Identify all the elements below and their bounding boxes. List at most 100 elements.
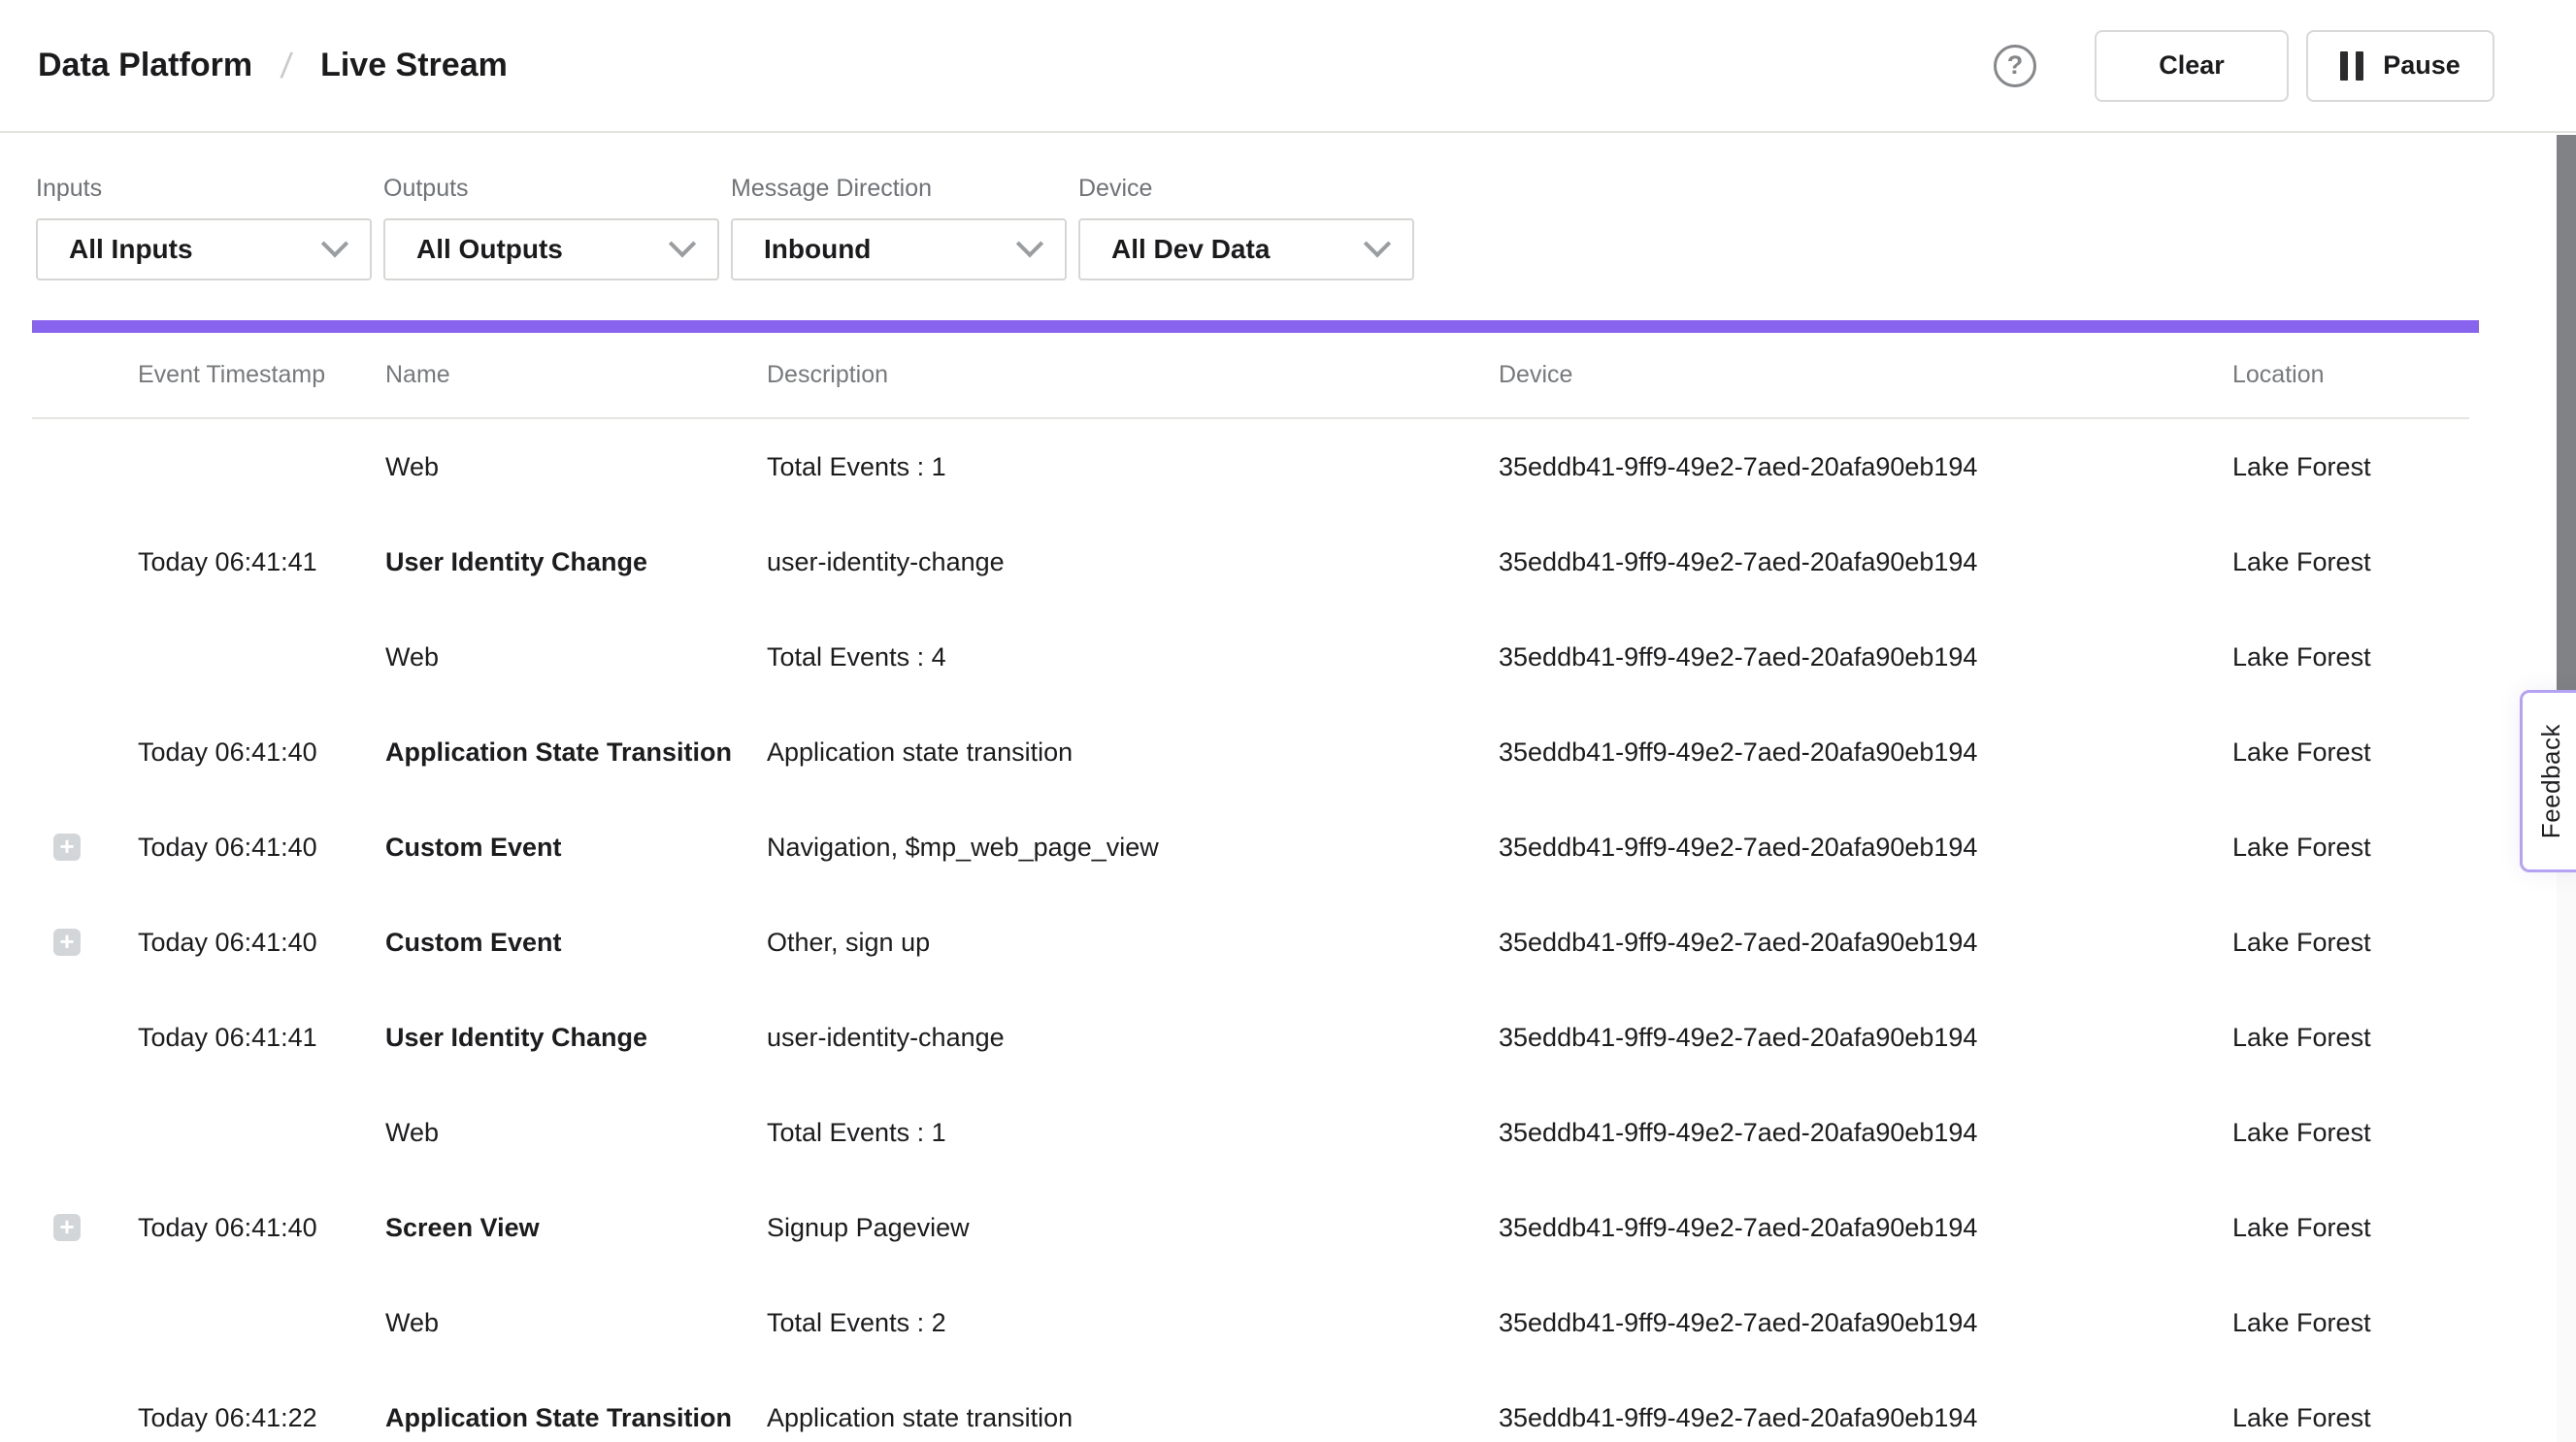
table-row[interactable]: WebTotal Events : 235eddb41-9ff9-49e2-7a…: [32, 1275, 2469, 1370]
table-row[interactable]: +Today 06:41:40Screen ViewSignup Pagevie…: [32, 1180, 2469, 1275]
cell-device: 35eddb41-9ff9-49e2-7aed-20afa90eb194: [1499, 1403, 2232, 1433]
column-header-location: Location: [2232, 361, 2469, 389]
outputs-dropdown[interactable]: All Outputs: [383, 218, 719, 280]
chevron-down-icon: [669, 230, 696, 257]
cell-location: Lake Forest: [2232, 928, 2469, 958]
cell-expand: +: [32, 834, 138, 861]
cell-location: Lake Forest: [2232, 1308, 2469, 1338]
cell-location: Lake Forest: [2232, 1403, 2469, 1433]
expand-row-icon[interactable]: +: [53, 834, 81, 861]
cell-description: Navigation, $mp_web_page_view: [767, 833, 1499, 863]
cell-description: user-identity-change: [767, 1023, 1499, 1053]
cell-device: 35eddb41-9ff9-49e2-7aed-20afa90eb194: [1499, 547, 2232, 577]
column-header-description: Description: [767, 361, 1499, 389]
cell-name: User Identity Change: [385, 547, 767, 577]
cell-name: Custom Event: [385, 833, 767, 863]
expand-row-icon[interactable]: +: [53, 1214, 81, 1241]
live-stream-page: Data Platform / Live Stream ? Clear Paus…: [0, 0, 2576, 1442]
cell-location: Lake Forest: [2232, 452, 2469, 482]
clear-button[interactable]: Clear: [2095, 30, 2289, 102]
table-row[interactable]: Today 06:41:41User Identity Changeuser-i…: [32, 990, 2469, 1085]
table-row[interactable]: WebTotal Events : 135eddb41-9ff9-49e2-7a…: [32, 1085, 2469, 1180]
table-header-row: Event Timestamp Name Description Device …: [32, 333, 2469, 419]
cell-timestamp: Today 06:41:40: [138, 833, 385, 863]
column-header-event-timestamp: Event Timestamp: [138, 361, 385, 389]
cell-device: 35eddb41-9ff9-49e2-7aed-20afa90eb194: [1499, 642, 2232, 672]
chevron-down-icon: [1016, 230, 1043, 257]
cell-location: Lake Forest: [2232, 642, 2469, 672]
cell-description: user-identity-change: [767, 547, 1499, 577]
feedback-tab[interactable]: Feedback: [2520, 690, 2576, 872]
breadcrumb-section[interactable]: Data Platform: [38, 47, 252, 84]
vertical-scrollbar-thumb[interactable]: [2557, 135, 2576, 690]
cell-name: Web: [385, 642, 767, 672]
chevron-down-icon: [1364, 230, 1391, 257]
filter-message-direction-label: Message Direction: [731, 175, 1067, 203]
table-row[interactable]: WebTotal Events : 435eddb41-9ff9-49e2-7a…: [32, 609, 2469, 705]
cell-location: Lake Forest: [2232, 1023, 2469, 1053]
table-row[interactable]: Today 06:41:41User Identity Changeuser-i…: [32, 514, 2469, 609]
cell-timestamp: Today 06:41:40: [138, 737, 385, 768]
inputs-dropdown[interactable]: All Inputs: [36, 218, 372, 280]
cell-description: Other, sign up: [767, 928, 1499, 958]
pause-icon: [2340, 51, 2363, 81]
cell-device: 35eddb41-9ff9-49e2-7aed-20afa90eb194: [1499, 1118, 2232, 1148]
column-header-device: Device: [1499, 361, 2232, 389]
cell-description: Signup Pageview: [767, 1213, 1499, 1243]
feedback-tab-label: Feedback: [2536, 724, 2566, 838]
filter-inputs: Inputs All Inputs: [36, 175, 372, 280]
device-dropdown-value: All Dev Data: [1111, 234, 1270, 265]
filter-message-direction: Message Direction Inbound: [731, 175, 1067, 280]
cell-name: Web: [385, 1308, 767, 1338]
cell-location: Lake Forest: [2232, 833, 2469, 863]
filter-outputs: Outputs All Outputs: [383, 175, 719, 280]
expand-row-icon[interactable]: +: [53, 929, 81, 956]
breadcrumb-separator: /: [279, 46, 294, 86]
cell-description: Total Events : 2: [767, 1308, 1499, 1338]
table-row[interactable]: +Today 06:41:40Custom EventOther, sign u…: [32, 895, 2469, 990]
device-dropdown[interactable]: All Dev Data: [1078, 218, 1414, 280]
table-row[interactable]: Today 06:41:40Application State Transiti…: [32, 705, 2469, 800]
filter-device: Device All Dev Data: [1078, 175, 1414, 280]
cell-device: 35eddb41-9ff9-49e2-7aed-20afa90eb194: [1499, 833, 2232, 863]
message-direction-dropdown[interactable]: Inbound: [731, 218, 1067, 280]
breadcrumb: Data Platform / Live Stream: [38, 46, 508, 86]
cell-device: 35eddb41-9ff9-49e2-7aed-20afa90eb194: [1499, 737, 2232, 768]
pause-button[interactable]: Pause: [2306, 30, 2494, 102]
cell-description: Total Events : 1: [767, 1118, 1499, 1148]
table-body: WebTotal Events : 135eddb41-9ff9-49e2-7a…: [32, 419, 2469, 1442]
cell-location: Lake Forest: [2232, 1213, 2469, 1243]
cell-description: Total Events : 1: [767, 452, 1499, 482]
cell-expand: +: [32, 929, 138, 956]
table-row[interactable]: Today 06:41:22Application State Transiti…: [32, 1370, 2469, 1442]
outputs-dropdown-value: All Outputs: [416, 234, 563, 265]
header-bar: Data Platform / Live Stream ? Clear Paus…: [0, 0, 2576, 133]
cell-name: Application State Transition: [385, 1403, 767, 1433]
cell-device: 35eddb41-9ff9-49e2-7aed-20afa90eb194: [1499, 1023, 2232, 1053]
cell-description: Total Events : 4: [767, 642, 1499, 672]
help-icon[interactable]: ?: [1994, 45, 2036, 87]
cell-location: Lake Forest: [2232, 1118, 2469, 1148]
cell-expand: +: [32, 1214, 138, 1241]
filter-bar: Inputs All Inputs Outputs All Outputs Me…: [36, 175, 1414, 280]
inputs-dropdown-value: All Inputs: [69, 234, 193, 265]
cell-name: Web: [385, 452, 767, 482]
pause-button-label: Pause: [2383, 50, 2460, 81]
cell-timestamp: Today 06:41:41: [138, 547, 385, 577]
cell-name: Web: [385, 1118, 767, 1148]
live-stream-table: Event Timestamp Name Description Device …: [32, 333, 2469, 1442]
column-header-name: Name: [385, 361, 767, 389]
cell-device: 35eddb41-9ff9-49e2-7aed-20afa90eb194: [1499, 452, 2232, 482]
cell-name: User Identity Change: [385, 1023, 767, 1053]
cell-name: Application State Transition: [385, 737, 767, 768]
table-row[interactable]: WebTotal Events : 135eddb41-9ff9-49e2-7a…: [32, 419, 2469, 514]
filter-device-label: Device: [1078, 175, 1414, 203]
cell-timestamp: Today 06:41:40: [138, 1213, 385, 1243]
accent-bar: [32, 320, 2479, 333]
cell-description: Application state transition: [767, 1403, 1499, 1433]
cell-location: Lake Forest: [2232, 547, 2469, 577]
cell-description: Application state transition: [767, 737, 1499, 768]
table-row[interactable]: + Today 06:41:40Custom EventNavigation, $…: [32, 800, 2469, 895]
cell-name: Custom Event: [385, 928, 767, 958]
message-direction-dropdown-value: Inbound: [764, 234, 871, 265]
